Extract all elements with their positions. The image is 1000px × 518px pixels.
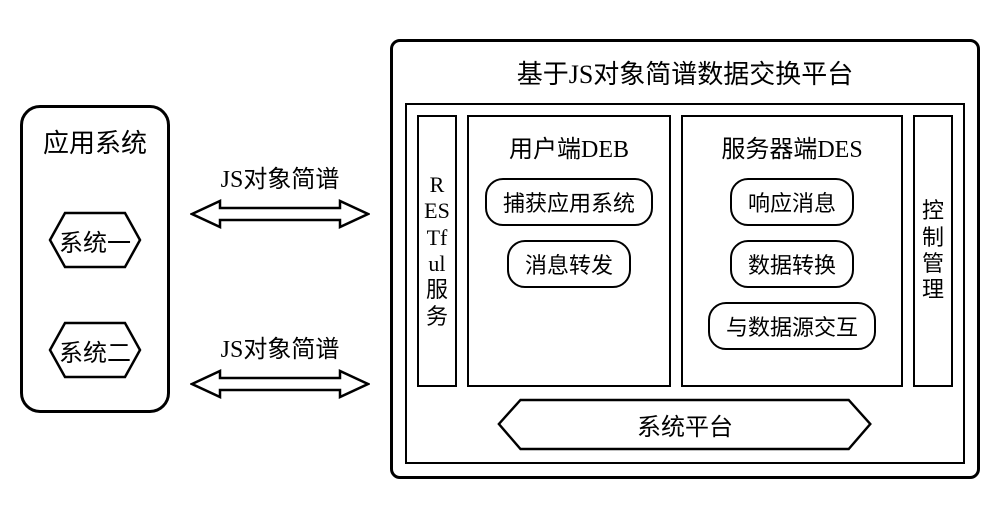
application-system-panel: 应用系统 系统一 系统二 [20, 105, 170, 413]
deb-title: 用户端DEB [509, 129, 629, 164]
deb-forward-item: 消息转发 [507, 240, 631, 288]
arrow-label-bottom: JS对象简谱 [221, 329, 340, 364]
arrows-column: JS对象简谱 JS对象简谱 [190, 159, 370, 399]
right-panel-title: 基于JS对象简谱数据交换平台 [405, 54, 965, 91]
exchange-platform-panel: 基于JS对象简谱数据交换平台 RESTful服务 用户端DEB 捕获应用系统 消… [390, 39, 980, 479]
double-arrow-icon [190, 369, 370, 399]
arrow-label-top: JS对象简谱 [221, 159, 340, 194]
control-management-label: 控制管理 [920, 198, 946, 304]
restful-service-label: RESTful服务 [424, 172, 450, 330]
system-one-label: 系统一 [59, 223, 131, 258]
des-title: 服务器端DES [721, 129, 862, 164]
left-panel-title: 应用系统 [43, 123, 147, 160]
double-arrow-icon [190, 199, 370, 229]
control-management-box: 控制管理 [913, 115, 953, 387]
platform-inner-container: RESTful服务 用户端DEB 捕获应用系统 消息转发 服务器端DES 响应消… [405, 103, 965, 464]
server-des-box: 服务器端DES 响应消息 数据转换 与数据源交互 [681, 115, 903, 387]
client-deb-box: 用户端DEB 捕获应用系统 消息转发 [467, 115, 671, 387]
system-one-node: 系统一 [35, 210, 155, 270]
des-response-item: 响应消息 [730, 178, 854, 226]
system-platform-label: 系统平台 [637, 407, 733, 442]
restful-service-box: RESTful服务 [417, 115, 457, 387]
arrow-group-top: JS对象简谱 [190, 159, 370, 229]
des-datasource-item: 与数据源交互 [708, 302, 876, 350]
system-platform-box: 系统平台 [497, 397, 872, 452]
arrow-group-bottom: JS对象简谱 [190, 329, 370, 399]
system-two-node: 系统二 [35, 320, 155, 380]
diagram-container: 应用系统 系统一 系统二 JS对象简谱 JS对象简谱 [0, 0, 1000, 518]
des-convert-item: 数据转换 [730, 240, 854, 288]
system-two-label: 系统二 [59, 333, 131, 368]
top-row: RESTful服务 用户端DEB 捕获应用系统 消息转发 服务器端DES 响应消… [417, 115, 953, 387]
deb-capture-item: 捕获应用系统 [485, 178, 653, 226]
